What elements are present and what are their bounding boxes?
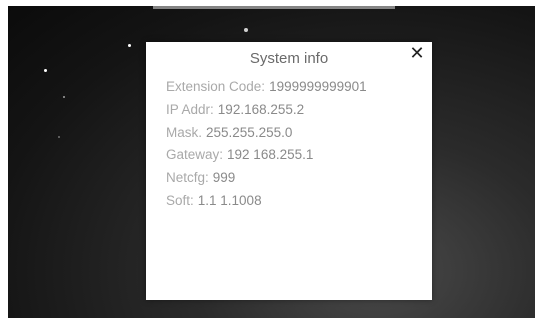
- info-value: 1999999999901: [269, 79, 367, 94]
- sparkle-decoration: [128, 44, 131, 47]
- info-row-netcfg: Netcfg: 999: [166, 170, 367, 192]
- dialog-title: System info: [249, 50, 329, 67]
- info-value: 255.255.255.0: [206, 124, 293, 140]
- top-edge-bar: [153, 6, 395, 9]
- sparkle-decoration: [44, 69, 47, 72]
- info-value: 192 168.255.1: [227, 147, 314, 163]
- info-row-extension-code: Extension Code: 1999999999901: [166, 79, 367, 101]
- info-row-mask: Mask. 255.255.255.0: [166, 125, 367, 147]
- close-icon[interactable]: ✕: [407, 43, 427, 63]
- info-value: 999: [212, 170, 236, 185]
- sparkle-decoration: [244, 28, 248, 32]
- info-value: 192.168.255.2: [217, 101, 305, 117]
- sparkle-decoration: [58, 136, 60, 138]
- system-info-dialog: System info ✕ Extension Code: 19999999999…: [146, 42, 432, 300]
- info-value: 1.1 1.1008: [197, 192, 262, 208]
- info-row-soft: Soft: 1.1 1.1008: [166, 193, 367, 215]
- info-label: Netcfg:: [166, 170, 209, 185]
- wallpaper-background: System info ✕ Extension Code: 19999999999…: [8, 6, 535, 318]
- info-label: Mask.: [166, 124, 203, 140]
- info-label: IP Addr:: [166, 101, 214, 117]
- info-list: Extension Code: 1999999999901 IP Addr: 192…: [166, 79, 367, 216]
- info-label: Gateway:: [166, 147, 224, 163]
- info-row-gateway: Gateway: 192 168.255.1: [166, 147, 367, 169]
- info-label: Soft:: [166, 192, 194, 208]
- sparkle-decoration: [63, 96, 65, 98]
- info-row-ip-addr: IP Addr: 192.168.255.2: [166, 102, 367, 124]
- info-label: Extension Code:: [166, 79, 266, 94]
